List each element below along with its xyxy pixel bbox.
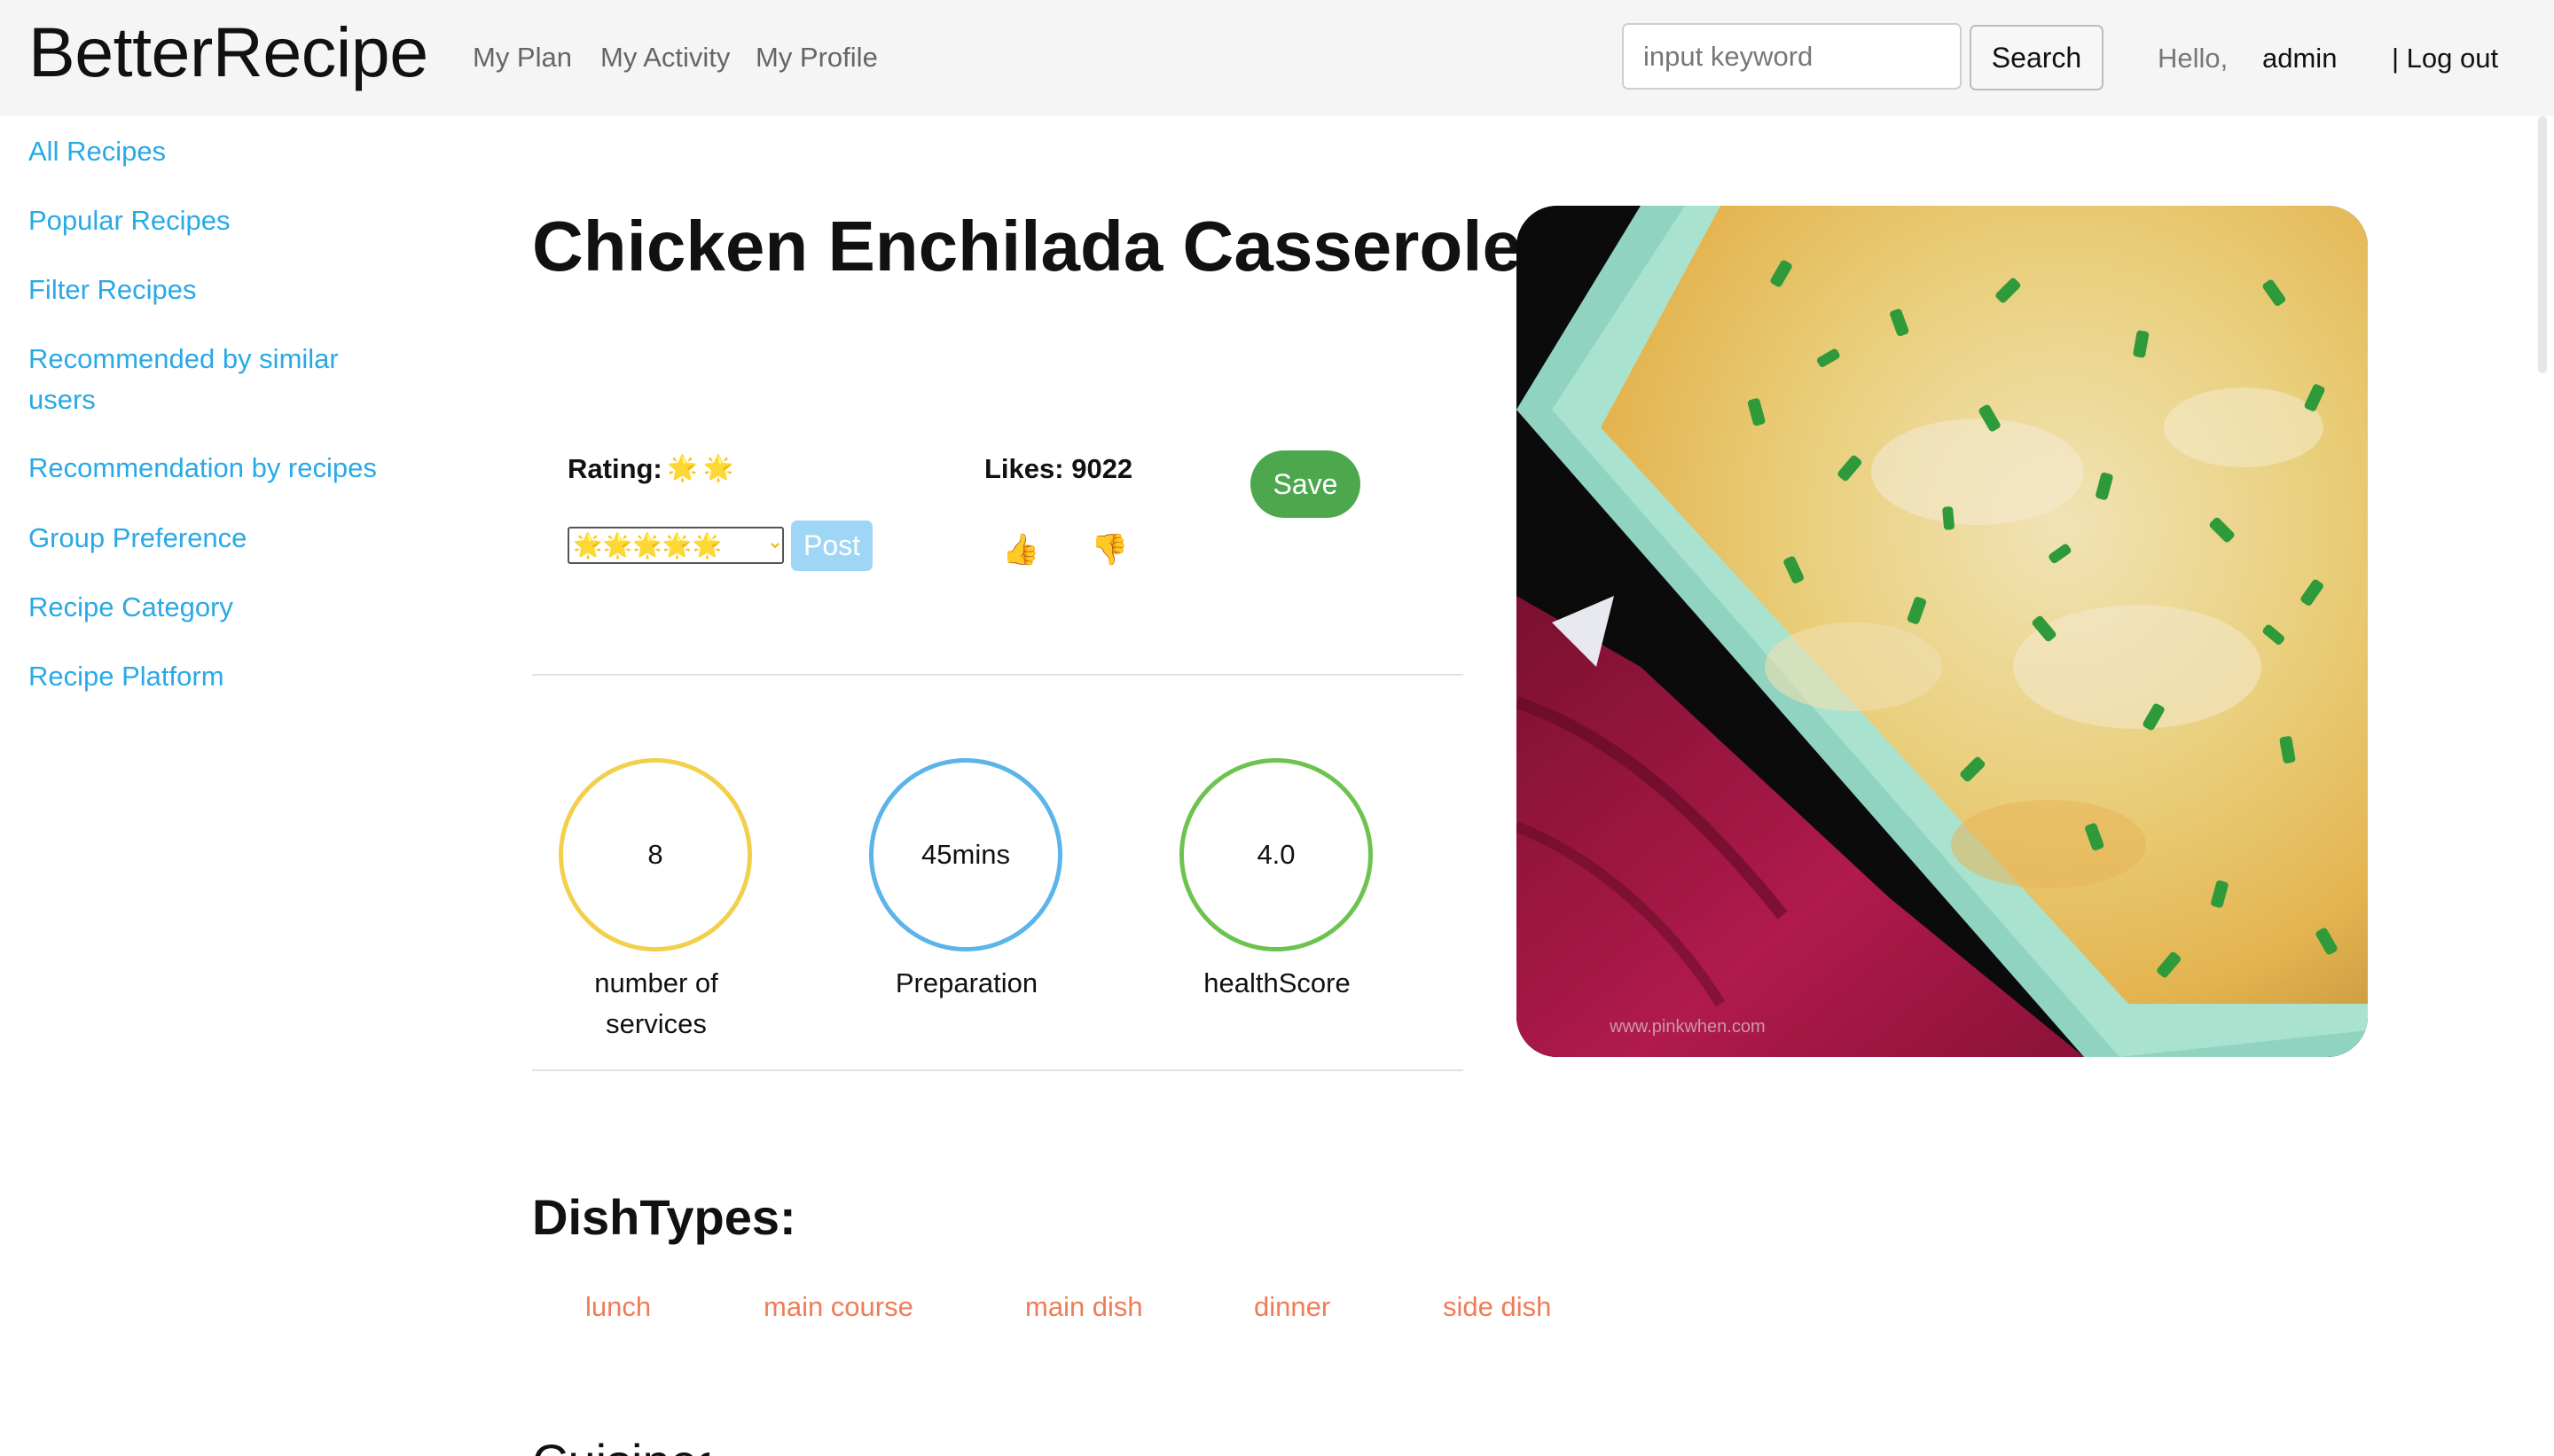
cuisines-heading: Cuisines: (532, 1431, 709, 1456)
thumbs-down-icon[interactable]: 👎 (1091, 532, 1128, 568)
dish-tag-dinner[interactable]: dinner (1254, 1289, 1330, 1325)
servings-value: 8 (647, 839, 663, 870)
logout-link[interactable]: | Log out (2392, 42, 2498, 75)
sidebar-item-recipe-platform[interactable]: Recipe Platform (28, 656, 401, 697)
casserole-photo: www.pinkwhen.com (1516, 206, 2368, 1057)
divider (532, 1069, 1463, 1071)
rating-stars: 🌟🌟 (667, 454, 740, 481)
dish-tag-lunch[interactable]: lunch (585, 1289, 651, 1325)
divider (532, 674, 1463, 676)
search-button[interactable]: Search (1970, 25, 2104, 90)
search-input[interactable] (1622, 23, 1962, 90)
save-button[interactable]: Save (1250, 450, 1360, 518)
sidebar-item-recipe-category[interactable]: Recipe Category (28, 587, 401, 628)
rating-select[interactable]: 🌟🌟🌟🌟🌟 (568, 527, 784, 564)
rating-label: Rating: (568, 453, 662, 484)
dish-tag-side-dish[interactable]: side dish (1443, 1289, 1551, 1325)
dish-tag-main-dish[interactable]: main dish (1025, 1289, 1143, 1325)
health-score-circle: 4.0 (1179, 758, 1373, 951)
cuisines-heading-partial: Cuisines: (532, 1431, 709, 1456)
servings-circle: 8 (559, 758, 752, 951)
top-navbar: BetterRecipe My Plan My Activity My Prof… (0, 0, 2554, 116)
brand-logo[interactable]: BetterRecipe (28, 12, 428, 92)
preparation-label: Preparation (895, 967, 1038, 998)
sidebar-item-recommendation-by-recipes[interactable]: Recommendation by recipes (28, 448, 401, 489)
sidebar-item-all-recipes[interactable]: All Recipes (28, 131, 401, 172)
sidebar-item-group-preference[interactable]: Group Preference (28, 518, 401, 559)
scrollbar-thumb[interactable] (2538, 116, 2547, 373)
dish-types-heading: DishTypes: (532, 1189, 796, 1245)
dish-tag-main-course[interactable]: main course (764, 1289, 913, 1325)
post-rating-button[interactable]: Post (791, 521, 873, 571)
nav-my-plan[interactable]: My Plan (473, 41, 572, 74)
page-scrollbar[interactable] (2533, 116, 2552, 382)
servings-label: number of services (594, 967, 718, 1039)
recipe-title: Chicken Enchilada Casserole (532, 207, 1523, 286)
likes-count: Likes: 9022 (984, 453, 1133, 484)
preparation-circle: 45mins (869, 758, 1062, 951)
recipe-image: www.pinkwhen.com (1516, 206, 2368, 1057)
sidebar-item-popular-recipes[interactable]: Popular Recipes (28, 200, 401, 241)
username-link[interactable]: admin (2262, 42, 2337, 75)
preparation-value: 45mins (921, 839, 1010, 870)
nav-my-activity[interactable]: My Activity (600, 41, 730, 74)
sidebar-item-filter-recipes[interactable]: Filter Recipes (28, 270, 401, 310)
nav-my-profile[interactable]: My Profile (756, 41, 878, 74)
health-score-value: 4.0 (1257, 839, 1296, 870)
image-watermark: www.pinkwhen.com (1609, 1017, 1766, 1037)
thumbs-up-icon[interactable]: 👍 (1002, 532, 1039, 568)
greeting-text: Hello, (2158, 43, 2229, 74)
health-score-label: healthScore (1203, 967, 1351, 998)
sidebar-item-recommended-by-similar-users[interactable]: Recommended by similar users (28, 339, 383, 420)
